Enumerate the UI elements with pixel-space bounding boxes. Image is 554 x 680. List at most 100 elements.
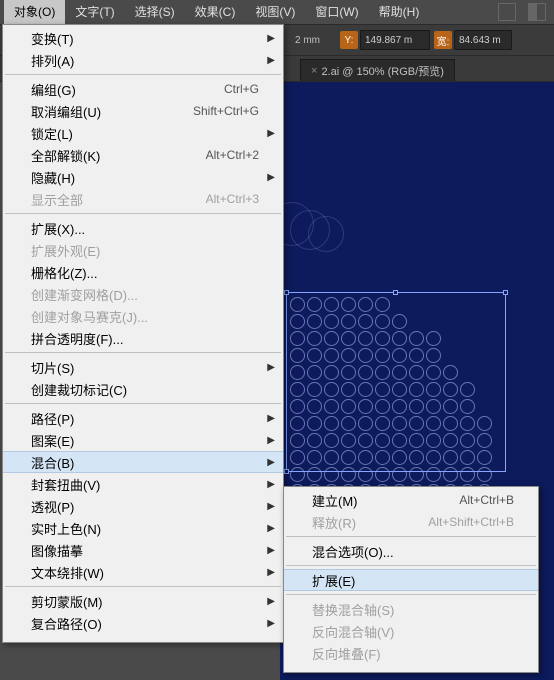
menu-item[interactable]: 变换(T)▶ xyxy=(3,27,283,49)
menu-item[interactable]: 锁定(L)▶ xyxy=(3,122,283,144)
menu-select[interactable]: 选择(S) xyxy=(125,0,185,24)
menu-item: 释放(R)Alt+Shift+Ctrl+B xyxy=(284,511,538,533)
menu-item-label: 创建渐变网格(D)... xyxy=(31,285,259,304)
menu-item[interactable]: 图案(E) ▶ xyxy=(3,429,283,451)
menu-item-label: 建立(M) xyxy=(312,491,459,510)
menu-effect[interactable]: 效果(C) xyxy=(185,0,246,24)
menu-item[interactable]: 排列(A) ▶ xyxy=(3,49,283,71)
menu-item-label: 排列(A) xyxy=(31,51,259,70)
submenu-arrow-icon: ▶ xyxy=(267,55,275,66)
submenu-arrow-icon: ▶ xyxy=(267,172,275,183)
menu-item: 反向堆叠(F) xyxy=(284,642,538,664)
y-input[interactable] xyxy=(360,30,430,50)
menu-item[interactable]: 扩展(X)... xyxy=(3,217,283,239)
menu-item-label: 扩展(E) xyxy=(312,571,514,590)
menu-item-label: 栅格化(Z)... xyxy=(31,263,259,282)
menu-item[interactable]: 图像描摹 ▶ xyxy=(3,539,283,561)
menu-item: 创建对象马赛克(J)... xyxy=(3,305,283,327)
menu-item-label: 变换(T) xyxy=(31,29,259,48)
toolbar-right-icons xyxy=(498,3,546,21)
menu-shortcut: Alt+Ctrl+2 xyxy=(206,148,259,162)
blend-submenu: 建立(M)Alt+Ctrl+B释放(R)Alt+Shift+Ctrl+B混合选项… xyxy=(283,486,539,673)
menu-help[interactable]: 帮助(H) xyxy=(369,0,430,24)
menu-item: 反向混合轴(V) xyxy=(284,620,538,642)
menu-item: 显示全部Alt+Ctrl+3 xyxy=(3,188,283,210)
menu-item[interactable]: 拼合透明度(F)... xyxy=(3,327,283,349)
submenu-arrow-icon: ▶ xyxy=(267,457,275,468)
menu-view[interactable]: 视图(V) xyxy=(245,0,305,24)
menu-item: 替换混合轴(S) xyxy=(284,598,538,620)
extra-value: 2 mm xyxy=(295,35,320,46)
handle-tl[interactable] xyxy=(284,290,289,295)
menu-shortcut: Alt+Shift+Ctrl+B xyxy=(428,515,514,529)
menu-item: 扩展外观(E) xyxy=(3,239,283,261)
menu-item[interactable]: 文本绕排(W) ▶ xyxy=(3,561,283,583)
close-tab-icon[interactable]: × xyxy=(311,65,317,77)
menu-type[interactable]: 文字(T) xyxy=(65,0,124,24)
submenu-arrow-icon: ▶ xyxy=(267,567,275,578)
menu-item-label: 图像描摹 xyxy=(31,541,259,560)
menu-item[interactable]: 栅格化(Z)... xyxy=(3,261,283,283)
handle-bl[interactable] xyxy=(284,469,289,474)
menu-item-label: 切片(S) xyxy=(31,358,259,377)
menu-item[interactable]: 隐藏(H) ▶ xyxy=(3,166,283,188)
menu-item[interactable]: 实时上色(N)▶ xyxy=(3,517,283,539)
menu-item-label: 全部解锁(K) xyxy=(31,146,206,165)
menu-shortcut: Alt+Ctrl+B xyxy=(459,493,514,507)
menu-item[interactable]: 混合(B) ▶ xyxy=(3,451,283,473)
menu-object[interactable]: 对象(O) xyxy=(4,0,65,24)
menu-shortcut: Shift+Ctrl+G xyxy=(193,104,259,118)
submenu-arrow-icon: ▶ xyxy=(267,501,275,512)
submenu-arrow-icon: ▶ xyxy=(267,479,275,490)
menu-item-label: 创建对象马赛克(J)... xyxy=(31,307,259,326)
width-input[interactable] xyxy=(454,30,512,50)
menu-item[interactable]: 创建裁切标记(C) xyxy=(3,378,283,400)
menu-item-label: 图案(E) xyxy=(31,431,259,450)
submenu-arrow-icon: ▶ xyxy=(267,435,275,446)
selection-bounds xyxy=(286,292,506,472)
menubar: 对象(O) 文字(T) 选择(S) 效果(C) 视图(V) 窗口(W) 帮助(H… xyxy=(0,0,554,24)
menu-item[interactable]: 建立(M)Alt+Ctrl+B xyxy=(284,489,538,511)
y-label: Y: xyxy=(340,31,358,49)
object-dropdown-menu: 变换(T)▶排列(A)▶编组(G)Ctrl+G取消编组(U)Shift+Ctrl… xyxy=(2,24,284,643)
menu-item[interactable]: 全部解锁(K)Alt+Ctrl+2 xyxy=(3,144,283,166)
menu-item-label: 透视(P) xyxy=(31,497,259,516)
menu-shortcut: Alt+Ctrl+3 xyxy=(206,192,259,206)
menu-item: 创建渐变网格(D)... xyxy=(3,283,283,305)
menu-item[interactable]: 扩展(E) xyxy=(284,569,538,591)
menu-window[interactable]: 窗口(W) xyxy=(305,0,368,24)
submenu-arrow-icon: ▶ xyxy=(267,618,275,629)
document-setup-icon[interactable] xyxy=(498,3,516,21)
handle-tc[interactable] xyxy=(393,290,398,295)
menu-item-label: 显示全部 xyxy=(31,190,206,209)
menu-item-label: 扩展外观(E) xyxy=(31,241,259,260)
menu-item-label: 创建裁切标记(C) xyxy=(31,380,259,399)
menu-item[interactable]: 剪切蒙版(M) ▶ xyxy=(3,590,283,612)
menu-item[interactable]: 复合路径(O) ▶ xyxy=(3,612,283,634)
tab-title: 2.ai @ 150% (RGB/预览) xyxy=(321,63,443,79)
menu-item-label: 扩展(X)... xyxy=(31,219,259,238)
menu-item-label: 实时上色(N) xyxy=(31,519,259,538)
menu-item[interactable]: 编组(G)Ctrl+G xyxy=(3,78,283,100)
tab-doc2[interactable]: × 2.ai @ 150% (RGB/预览) xyxy=(300,59,455,81)
menu-item[interactable]: 透视(P) ▶ xyxy=(3,495,283,517)
menu-item[interactable]: 混合选项(O)... xyxy=(284,540,538,562)
menu-item-label: 隐藏(H) xyxy=(31,168,259,187)
menu-item-label: 混合选项(O)... xyxy=(312,542,514,561)
menu-item-label: 文本绕排(W) xyxy=(31,563,259,582)
menu-item[interactable]: 封套扭曲(V)▶ xyxy=(3,473,283,495)
submenu-arrow-icon: ▶ xyxy=(267,362,275,373)
menu-item[interactable]: 取消编组(U)Shift+Ctrl+G xyxy=(3,100,283,122)
menu-item[interactable]: 路径(P)▶ xyxy=(3,407,283,429)
menu-item-label: 混合(B) xyxy=(31,453,259,472)
menu-item-label: 复合路径(O) xyxy=(31,614,259,633)
submenu-arrow-icon: ▶ xyxy=(267,545,275,556)
handle-tr[interactable] xyxy=(503,290,508,295)
submenu-arrow-icon: ▶ xyxy=(267,596,275,607)
menu-item-label: 替换混合轴(S) xyxy=(312,600,514,619)
arrange-documents-icon[interactable] xyxy=(528,3,546,21)
menu-item-label: 剪切蒙版(M) xyxy=(31,592,259,611)
submenu-arrow-icon: ▶ xyxy=(267,128,275,139)
menu-item[interactable]: 切片(S) ▶ xyxy=(3,356,283,378)
menu-item-label: 路径(P) xyxy=(31,409,259,428)
